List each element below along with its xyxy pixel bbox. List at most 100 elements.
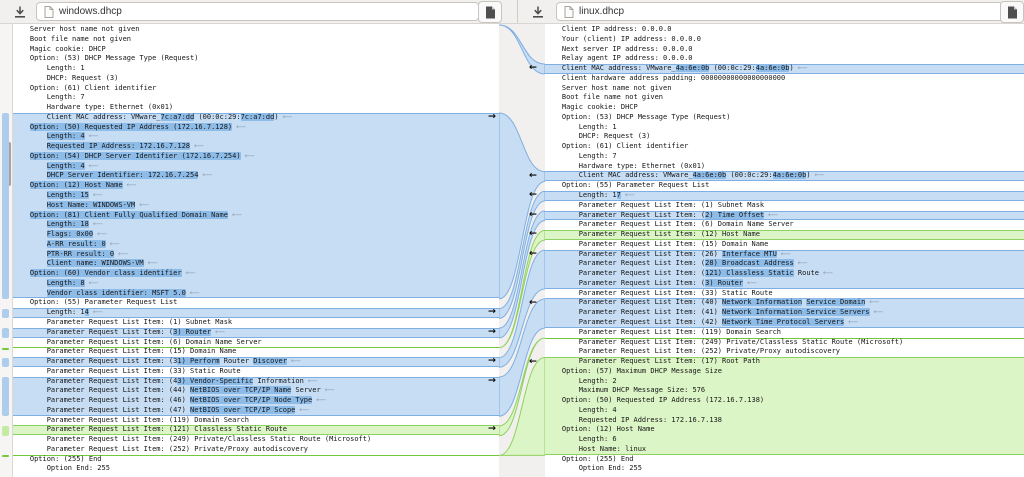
- code-line: Requested IP Address: 172.16.7.138: [545, 416, 1024, 426]
- code-line: DHCP: Request (3): [13, 74, 499, 84]
- code-line: Maximum DHCP Message Size: 576: [545, 386, 1024, 396]
- code-line: Parameter Request List Item: (12) Host N…: [545, 230, 1024, 240]
- apply-change-right-arrow[interactable]: →: [488, 376, 496, 386]
- code-line: Hardware type: Ethernet (0x01): [545, 162, 1024, 172]
- apply-change-right-arrow[interactable]: →: [488, 307, 496, 317]
- map-insert-mark: [2, 348, 9, 350]
- code-line: Option: (57) Maximum DHCP Message Size: [545, 367, 1024, 377]
- apply-change-left-arrow[interactable]: ←: [529, 190, 537, 200]
- code-line: Parameter Request List Item: (119) Domai…: [545, 328, 1024, 338]
- code-line: DHCP: Request (3): [545, 132, 1024, 142]
- header-separator: [517, 0, 518, 23]
- code-line: Option: (255) End: [13, 455, 499, 465]
- code-line: Option: (255) End: [545, 455, 1024, 465]
- code-line: Parameter Request List Item: (3) Router⟵…: [13, 328, 499, 338]
- map-insert-mark: [2, 426, 9, 436]
- apply-change-right-arrow[interactable]: →: [488, 327, 496, 337]
- file-icon: [564, 6, 574, 18]
- code-line: Option: (50) Requested IP Address (172.1…: [13, 123, 499, 133]
- code-line: Magic cookie: DHCP: [545, 103, 1024, 113]
- code-line: Host Name: linux: [545, 445, 1024, 455]
- left-code-lines: Server host name not given Boot file nam…: [13, 25, 499, 474]
- code-line: Length: 17⟵: [545, 191, 1024, 201]
- code-line: Length: 15⟵: [13, 191, 499, 201]
- map-change-mark: [2, 358, 9, 368]
- file-icon: [44, 6, 54, 18]
- code-line: Option: (50) Requested IP Address (172.1…: [545, 396, 1024, 406]
- code-line: Relay agent IP address: 0.0.0.0: [545, 54, 1024, 64]
- meld-diff-window: { "header": { "left": { "filename": "win…: [0, 0, 1024, 477]
- code-line: Option: (81) Client Fully Qualified Doma…: [13, 211, 499, 221]
- diff-gutter: ← ← ← ← ← ← ← ←: [499, 23, 545, 477]
- apply-change-left-arrow[interactable]: ←: [529, 171, 537, 181]
- page-icon: [1006, 6, 1018, 19]
- apply-change-left-arrow[interactable]: ←: [529, 249, 537, 259]
- code-line: Parameter Request List Item: (41) Networ…: [545, 308, 1024, 318]
- code-line: Parameter Request List Item: (42) Networ…: [545, 318, 1024, 328]
- map-insert-mark: [2, 455, 9, 457]
- right-format-button[interactable]: [1000, 1, 1024, 23]
- code-line: Length: 4⟵: [13, 162, 499, 172]
- code-line: Parameter Request List Item: (6) Domain …: [545, 220, 1024, 230]
- code-line: Boot file name not given: [545, 93, 1024, 103]
- code-line: Parameter Request List Item: (249) Priva…: [545, 338, 1024, 348]
- map-change-mark: [2, 377, 9, 416]
- left-format-button[interactable]: [478, 1, 502, 23]
- code-line: Parameter Request List Item: (15) Domain…: [13, 347, 499, 357]
- code-line: Parameter Request List Item: (33) Static…: [13, 367, 499, 377]
- save-right-button[interactable]: [528, 2, 548, 21]
- toolbar: windows.dhcp linux.dhcp: [0, 0, 1024, 24]
- code-line: Client MAC address: VMware_7c:a7:dd (00:…: [13, 113, 499, 123]
- code-line: Parameter Request List Item: (1) Subnet …: [13, 318, 499, 328]
- code-line: Option: (12) Host Name: [545, 425, 1024, 435]
- page-icon: [484, 6, 496, 19]
- apply-change-left-arrow[interactable]: ←: [529, 298, 537, 308]
- diff-connectors: [499, 23, 545, 477]
- code-line: Parameter Request List Item: (1) Subnet …: [545, 201, 1024, 211]
- apply-change-left-arrow[interactable]: ←: [529, 357, 537, 367]
- apply-change-left-arrow[interactable]: ←: [529, 63, 537, 73]
- save-left-button[interactable]: [10, 2, 30, 21]
- code-line: Length: 6: [545, 435, 1024, 445]
- code-line: Length: 1: [13, 64, 499, 74]
- code-line: Next server IP address: 0.0.0.0: [545, 45, 1024, 55]
- code-line: Server host name not given: [13, 25, 499, 35]
- code-line: Length: 1: [545, 123, 1024, 133]
- apply-change-right-arrow[interactable]: →: [488, 112, 496, 122]
- code-line: Parameter Request List Item: (43) Vendor…: [13, 377, 499, 387]
- code-line: Option End: 255: [13, 464, 499, 474]
- left-file-entry[interactable]: windows.dhcp: [36, 2, 479, 21]
- code-line: Option: (55) Parameter Request List: [545, 181, 1024, 191]
- map-change-mark: [2, 328, 9, 338]
- left-diff-pane: Server host name not given Boot file nam…: [13, 23, 499, 477]
- code-line: Parameter Request List Item: (46) NetBIO…: [13, 396, 499, 406]
- code-line: Length: 8⟵: [13, 279, 499, 289]
- apply-change-left-arrow[interactable]: ←: [529, 229, 537, 239]
- diff-connector-ribbon: [499, 25, 545, 74]
- save-download-icon: [13, 5, 27, 19]
- apply-change-right-arrow[interactable]: →: [488, 356, 496, 366]
- right-code-lines: Client IP address: 0.0.0.0 Your (client)…: [545, 25, 1024, 474]
- code-line: Option: (60) Vendor class identifier⟵: [13, 269, 499, 279]
- code-line: Parameter Request List Item: (249) Priva…: [13, 435, 499, 445]
- apply-change-left-arrow[interactable]: ←: [529, 210, 537, 220]
- code-line: Server host name not given: [545, 84, 1024, 94]
- code-line: Parameter Request List Item: (40) Networ…: [545, 298, 1024, 308]
- code-line: Boot file name not given: [13, 35, 499, 45]
- code-line: Parameter Request List Item: (119) Domai…: [13, 416, 499, 426]
- code-line: DHCP Server Identifier: 172.16.7.254⟵: [13, 171, 499, 181]
- code-line: Client IP address: 0.0.0.0: [545, 25, 1024, 35]
- code-line: Length: 7: [545, 152, 1024, 162]
- code-line: Magic cookie: DHCP: [13, 45, 499, 55]
- left-filename: windows.dhcp: [59, 6, 122, 17]
- code-line: Option End: 255: [545, 464, 1024, 474]
- code-line: Parameter Request List Item: (2) Time Of…: [545, 211, 1024, 221]
- code-line: Parameter Request List Item: (44) NetBIO…: [13, 386, 499, 396]
- apply-change-right-arrow[interactable]: →: [488, 424, 496, 434]
- code-line: Parameter Request List Item: (252) Priva…: [545, 347, 1024, 357]
- overview-map[interactable]: [0, 23, 13, 477]
- right-file-entry[interactable]: linux.dhcp: [556, 2, 1003, 21]
- code-line: Parameter Request List Item: (17) Root P…: [545, 357, 1024, 367]
- map-change-mark: [2, 309, 9, 319]
- code-line: Parameter Request List Item: (6) Domain …: [13, 338, 499, 348]
